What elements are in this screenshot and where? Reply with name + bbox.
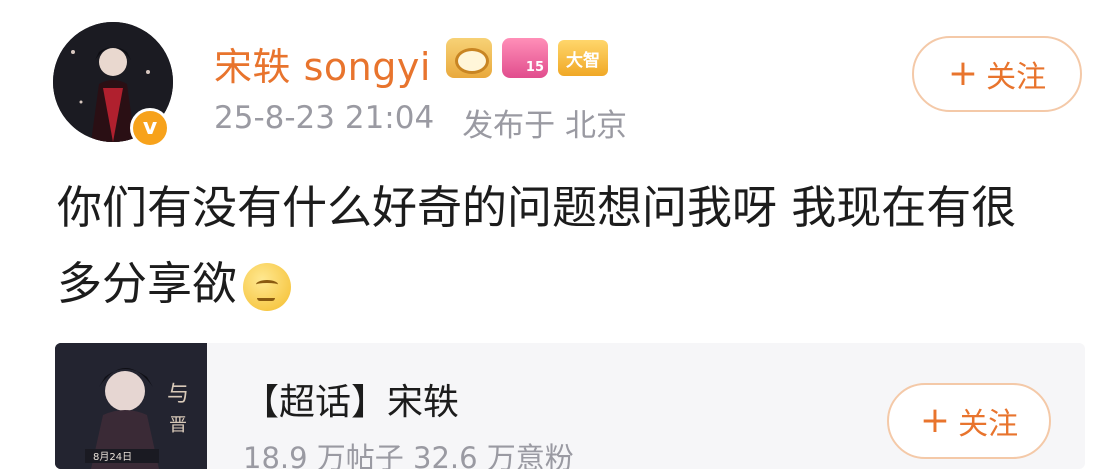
weibo-post: v 宋轶 songyi 15 大智 25-8-23 21:04 发布于 北京 +… [0, 0, 1112, 469]
svg-text:晋: 晋 [169, 415, 187, 436]
diamond-level-badge-icon[interactable]: 15 [502, 38, 548, 78]
post-location: 发布于 北京 [462, 108, 628, 144]
thinking-emoji-icon [243, 263, 292, 311]
verified-badge-icon: v [130, 108, 170, 148]
supertopic-follow-button[interactable]: + 关注 [887, 383, 1051, 459]
svg-text:与: 与 [167, 382, 189, 407]
svg-text:8月24日: 8月24日 [93, 451, 132, 463]
level-number: 15 [525, 60, 544, 75]
follow-label: 关注 [986, 60, 1047, 95]
plus-icon: + [947, 53, 979, 94]
crown-badge-icon[interactable] [446, 38, 492, 78]
post-text-line-2: 多分享欲 [57, 246, 1067, 322]
supertopic-title: 【超话】宋轶 [243, 382, 460, 423]
follow-button[interactable]: + 关注 [912, 36, 1082, 112]
username[interactable]: 宋轶 songyi [214, 36, 431, 91]
post-text-line: 你们有没有什么好奇的问题想问我呀 我现在有很 [57, 181, 1017, 234]
user-badges: 15 大智 [446, 38, 608, 78]
supertopic-stats: 18.9 万帖子 32.6 万意粉 [243, 441, 574, 469]
plus-icon: + [919, 400, 951, 441]
supertopic-cover-image: 与 晋 8月24日 [55, 343, 207, 469]
supertopic-card[interactable]: 与 晋 8月24日 【超话】宋轶 18.9 万帖子 32.6 万意粉 + 关注 [55, 343, 1085, 469]
post-text-line-2-text: 多分享欲 [57, 257, 238, 310]
post-text: 你们有没有什么好奇的问题想问我呀 我现在有很 多分享欲 [57, 170, 1067, 322]
big-v-badge-icon[interactable]: 大智 [558, 40, 608, 76]
post-meta: 25-8-23 21:04 发布于 北京 [214, 100, 627, 145]
post-timestamp: 25-8-23 21:04 [214, 100, 435, 136]
supertopic-follow-label: 关注 [958, 407, 1019, 442]
